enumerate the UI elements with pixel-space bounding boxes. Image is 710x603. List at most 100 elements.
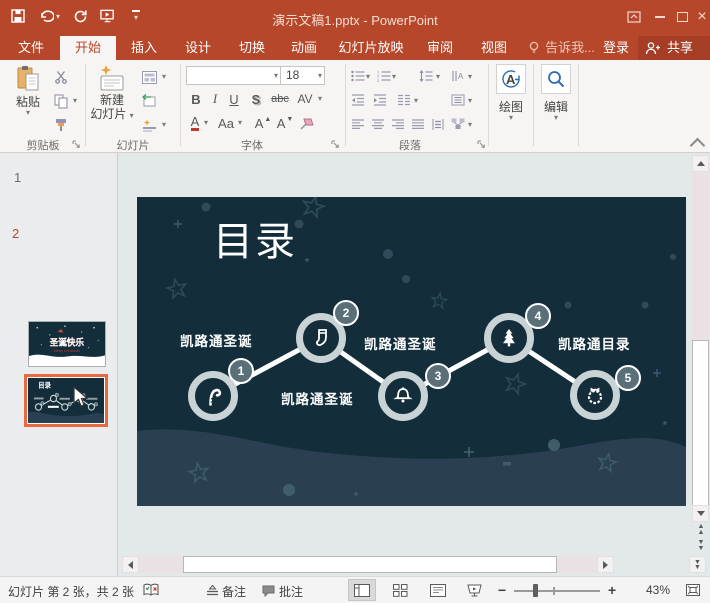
minimize-button[interactable] — [650, 6, 670, 28]
character-spacing-button[interactable]: AV — [294, 90, 316, 108]
slide-canvas[interactable]: 目录 — [137, 197, 686, 506]
slide-2-thumbnail[interactable]: 目录 — [24, 374, 108, 427]
spell-check-icon[interactable] — [143, 583, 159, 597]
tell-me-box[interactable]: 告诉我... — [542, 36, 598, 60]
zoom-in-button[interactable]: + — [608, 582, 616, 598]
align-right-button[interactable] — [390, 116, 406, 132]
reading-view-button[interactable] — [424, 579, 452, 601]
node-badge-2[interactable]: 2 — [333, 300, 359, 326]
vscroll-down-button[interactable] — [692, 505, 709, 522]
ribbon-display-options-button[interactable] — [624, 6, 644, 28]
clear-formatting-button[interactable] — [298, 116, 316, 132]
change-case-dropdown-icon[interactable]: ▾ — [238, 119, 242, 127]
align-center-button[interactable] — [370, 116, 386, 132]
comments-button[interactable]: 批注 — [279, 583, 303, 600]
justify-button[interactable] — [410, 116, 426, 132]
start-slideshow-icon[interactable] — [100, 8, 116, 24]
font-dialog-launcher[interactable] — [331, 140, 341, 150]
new-slide-button[interactable]: 新建 幻灯片 ▾ — [88, 64, 136, 121]
fit-slide-to-window-button[interactable] — [684, 582, 702, 598]
tab-view[interactable]: 视图 — [470, 36, 518, 60]
bullets-dropdown-icon[interactable]: ▾ — [366, 73, 370, 81]
align-text-dropdown-icon[interactable]: ▾ — [468, 97, 472, 105]
diagram-node-5[interactable] — [570, 370, 620, 420]
node-label-4[interactable]: 凯路通目录 — [558, 333, 631, 353]
node-label-1[interactable]: 凯路通圣诞 — [180, 330, 253, 350]
hscroll-right-button[interactable] — [597, 556, 614, 573]
reset-slide-button[interactable] — [140, 92, 158, 110]
vscroll-up-button[interactable] — [692, 155, 709, 172]
save-icon[interactable] — [10, 8, 26, 24]
smartart-dropdown-icon[interactable]: ▾ — [468, 121, 472, 129]
slideshow-view-button[interactable] — [460, 579, 488, 601]
shrink-font-button[interactable]: A▼ — [276, 114, 294, 132]
text-shadow-button[interactable]: S — [248, 90, 264, 108]
font-color-button[interactable]: A — [188, 114, 202, 132]
maximize-button[interactable] — [672, 6, 692, 28]
grow-font-button[interactable]: A▲ — [254, 114, 272, 132]
editing-menu-button[interactable]: 编辑 ▾ — [535, 64, 577, 122]
underline-button[interactable]: U — [226, 90, 242, 108]
node-label-3[interactable]: 凯路通圣诞 — [281, 388, 354, 408]
tab-animations[interactable]: 动画 — [280, 36, 328, 60]
hscroll-thumb[interactable] — [183, 556, 557, 573]
line-spacing-button[interactable] — [418, 68, 434, 84]
tab-file[interactable]: 文件 — [6, 36, 56, 60]
node-badge-4[interactable]: 4 — [525, 303, 551, 329]
spacing-dropdown-icon[interactable]: ▾ — [318, 95, 322, 103]
drawing-menu-button[interactable]: A 绘图 ▾ — [490, 64, 532, 122]
italic-button[interactable]: I — [208, 90, 222, 108]
previous-slide-button[interactable]: ▲▲ — [695, 524, 707, 536]
share-button[interactable]: 共享 — [660, 36, 700, 60]
columns-dropdown-icon[interactable]: ▾ — [414, 97, 418, 105]
node-badge-5[interactable]: 5 — [615, 365, 641, 391]
font-name-combo[interactable]: ▾ — [186, 66, 281, 85]
change-case-button[interactable]: Aa — [216, 114, 236, 132]
slide-1-thumbnail[interactable]: 圣诞快乐 Merry Christmas — [28, 321, 106, 367]
zoom-slider-thumb[interactable] — [533, 584, 538, 597]
tab-insert[interactable]: 插入 — [120, 36, 168, 60]
bullets-button[interactable] — [350, 68, 366, 84]
slide-layout-button[interactable] — [140, 68, 158, 86]
format-painter-button[interactable] — [52, 116, 70, 134]
node-badge-1[interactable]: 1 — [228, 358, 254, 384]
node-label-2[interactable]: 凯路通圣诞 — [364, 333, 437, 353]
sign-in-button[interactable]: 登录 — [598, 36, 634, 60]
tab-design[interactable]: 设计 — [174, 36, 222, 60]
next-slide-button[interactable]: ▼▼ — [695, 540, 707, 552]
undo-icon[interactable] — [38, 8, 54, 24]
hscroll-left-button[interactable] — [122, 556, 139, 573]
tab-home[interactable]: 开始 — [60, 36, 116, 60]
text-direction-dropdown-icon[interactable]: ▾ — [468, 73, 472, 81]
next-slide-corner-button[interactable]: ▼▼ — [689, 556, 706, 573]
paste-button[interactable]: 粘贴 ▾ — [6, 64, 50, 117]
close-button[interactable]: × — [692, 6, 710, 28]
undo-dropdown-icon[interactable]: ▾ — [56, 12, 60, 21]
node-badge-3[interactable]: 3 — [425, 363, 451, 389]
section-dropdown-icon[interactable]: ▾ — [162, 121, 166, 129]
strikethrough-button[interactable]: abc — [268, 90, 292, 108]
diagram-node-3[interactable] — [378, 371, 428, 421]
bold-button[interactable]: B — [188, 90, 204, 108]
numbering-dropdown-icon[interactable]: ▾ — [392, 73, 396, 81]
vscroll-thumb[interactable] — [692, 340, 709, 506]
zoom-out-button[interactable]: − — [498, 582, 506, 598]
align-text-button[interactable] — [450, 92, 466, 108]
repeat-icon[interactable] — [72, 8, 88, 24]
layout-dropdown-icon[interactable]: ▾ — [162, 73, 166, 81]
line-spacing-dropdown-icon[interactable]: ▾ — [436, 73, 440, 81]
tab-slideshow[interactable]: 幻灯片放映 — [332, 36, 410, 60]
customize-qat-icon[interactable]: ▾ — [128, 8, 144, 24]
cut-button[interactable] — [52, 68, 70, 86]
normal-view-button[interactable] — [348, 579, 376, 601]
copy-button[interactable] — [52, 92, 70, 110]
numbering-button[interactable]: 123 — [376, 68, 392, 84]
text-direction-button[interactable]: A — [450, 68, 466, 84]
clipboard-dialog-launcher[interactable] — [72, 140, 82, 150]
tab-review[interactable]: 审阅 — [416, 36, 464, 60]
paragraph-dialog-launcher[interactable] — [477, 140, 487, 150]
section-button[interactable] — [140, 116, 158, 134]
align-left-button[interactable] — [350, 116, 366, 132]
font-size-combo[interactable]: 18▾ — [280, 66, 325, 85]
convert-smartart-button[interactable] — [450, 116, 466, 132]
